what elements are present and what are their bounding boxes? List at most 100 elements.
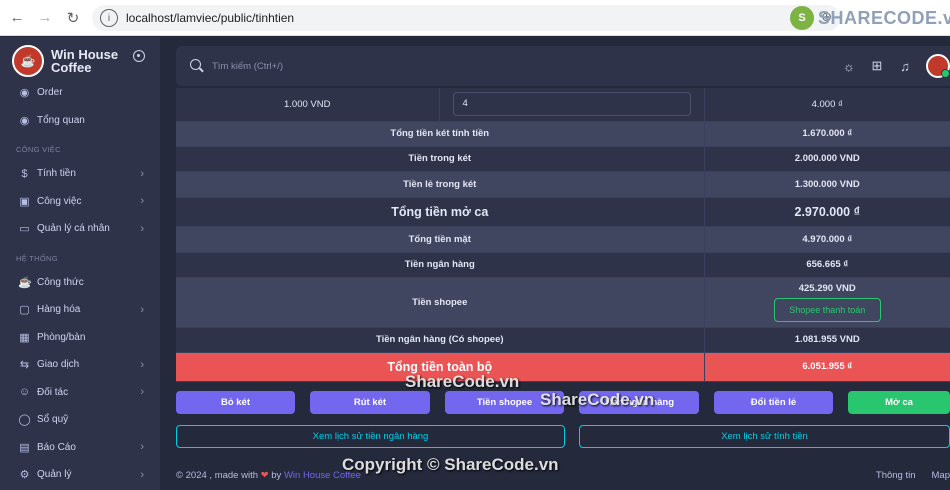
sidebar-item-giao-dich[interactable]: ⇆ Giao dịch › <box>0 351 160 379</box>
table-row: Tổng tiền mặt 4.970.000 ₫ <box>176 226 950 253</box>
chevron-right-icon: › <box>140 386 144 399</box>
sidebar-item-bao-cao[interactable]: ▤ Báo Cáo › <box>0 434 160 462</box>
sharecode-logo-text: SHARECODE.vn <box>818 7 950 28</box>
avatar[interactable] <box>926 54 950 78</box>
briefcase-icon: ▣ <box>19 195 30 208</box>
watermark-center: ShareCode.vn <box>405 372 520 391</box>
sidebar-item-so-quy[interactable]: ◯ Sổ quỹ <box>0 406 160 434</box>
sidebar-item-label: Quản lý cá nhân <box>37 223 110 235</box>
table-cell: 1.000 VND <box>176 88 439 122</box>
sidebar-item-label: Giao dịch <box>37 359 80 371</box>
calc-history-button[interactable]: Xem lịch sử tính tiền <box>579 425 950 448</box>
sidebar-item-order[interactable]: ◉ Order <box>0 79 160 107</box>
gear-icon: ⚙ <box>19 469 30 482</box>
quantity-input[interactable]: 4 <box>452 92 691 117</box>
row-value: 2.970.000 ₫ <box>703 197 950 227</box>
topbar-actions: ☼ ⊞ ♫ <box>842 54 950 78</box>
sidebar-menu: ◉ Order ◉ Tổng quan CÔNG VIỆC $ Tính tiề… <box>0 79 160 489</box>
row-label: Tiền lẻ trong két <box>176 171 704 198</box>
row-label: Tổng tiền mặt <box>176 226 704 253</box>
footer: © 2024 , made with ❤ by Win House Coffee… <box>176 470 950 481</box>
chevron-right-icon: › <box>140 195 144 208</box>
search-input[interactable] <box>212 60 512 72</box>
row-value: 656.665 ₫ <box>703 252 950 278</box>
search-icon[interactable] <box>190 59 204 73</box>
sidebar-item-tinh-tien[interactable]: $ Tính tiền › <box>0 160 160 188</box>
sidebar-item-label: Quản lý <box>37 469 72 481</box>
sidebar: ☕ Win House Coffee ◉ Order ◉ Tổng quan C… <box>0 37 160 490</box>
exchange-icon: ⇆ <box>19 359 30 372</box>
table-row: Tiền ngân hàng (Có shopee) 1.081.955 VND <box>176 327 950 353</box>
footer-link-map[interactable]: Map <box>932 470 950 481</box>
chevron-right-icon: › <box>140 222 144 235</box>
box-icon: ▢ <box>19 304 30 317</box>
row-label: Tổng tiền mở ca <box>176 197 704 227</box>
row-label: Tiền shopee <box>176 277 704 328</box>
row-label: Tiền ngân hàng (Có shopee) <box>176 327 704 353</box>
chevron-right-icon: › <box>140 441 144 454</box>
sidebar-item-label: Tổng quan <box>37 114 85 126</box>
row-value: 1.081.955 VND <box>703 327 950 353</box>
sun-icon[interactable]: ☼ <box>842 59 856 74</box>
cash-summary-table: 1.000 VND 4 4.000 ₫ Tổng tiền két tính t… <box>176 88 950 382</box>
sidebar-item-label: Công việc <box>37 195 82 207</box>
row-value: 425.290 VND <box>798 282 856 294</box>
sidebar-item-overview[interactable]: ◉ Tổng quan <box>0 107 160 135</box>
back-icon[interactable]: ← <box>6 7 28 29</box>
table-row: Tiền lẻ trong két 1.300.000 VND <box>176 171 950 198</box>
site-info-icon[interactable]: i <box>100 9 118 27</box>
eye-icon: ◉ <box>19 87 30 100</box>
top-navbar: ☼ ⊞ ♫ <box>176 46 950 86</box>
sidebar-toggle-icon[interactable] <box>133 50 145 62</box>
sidebar-item-label: Công thức <box>37 276 84 288</box>
footer-link-info[interactable]: Thông tin <box>876 470 916 481</box>
row-label: Tiền ngân hàng <box>176 252 704 278</box>
sidebar-item-label: Phòng/bàn <box>37 331 86 343</box>
row-value-with-button: 425.290 VND Shopee thanh toán <box>703 277 950 328</box>
table-row: Tiền trong két 2.000.000 VND <box>176 146 950 172</box>
row-value: 1.300.000 VND <box>703 171 950 198</box>
money-icon: $ <box>21 167 28 180</box>
sidebar-item-phong-ban[interactable]: ▦ Phòng/bàn <box>0 324 160 352</box>
sidebar-item-hang-hoa[interactable]: ▢ Hàng hóa › <box>0 296 160 324</box>
url-text: localhost/lamviec/public/tinhtien <box>126 11 295 25</box>
footer-by: by <box>271 470 282 481</box>
sidebar-item-cong-thuc[interactable]: ☕ Công thức <box>0 269 160 297</box>
coffee-logo-icon: ☕ <box>12 44 44 77</box>
forward-icon[interactable]: → <box>34 7 56 29</box>
sidebar-item-quan-ly-ca-nhan[interactable]: ▭ Quản lý cá nhân › <box>0 215 160 243</box>
shopee-pay-button[interactable]: Shopee thanh toán <box>773 297 881 322</box>
chevron-right-icon: › <box>140 303 144 316</box>
row-value: 4.970.000 ₫ <box>703 226 950 253</box>
address-bar[interactable]: i localhost/lamviec/public/tinhtien ⊕ <box>92 5 840 31</box>
sidebar-item-cong-viec[interactable]: ▣ Công việc › <box>0 188 160 216</box>
shortcuts-icon[interactable]: ⊞ <box>870 58 884 74</box>
monitor-icon: ▭ <box>19 223 30 236</box>
sidebar-item-doi-tac[interactable]: ☺ Đối tác › <box>0 379 160 407</box>
footer-links: Thông tin Map <box>876 470 950 481</box>
row-value: 1.670.000 ₫ <box>703 121 950 147</box>
report-icon: ▤ <box>19 441 30 454</box>
rut-ket-button[interactable]: Rút két <box>310 391 430 414</box>
bank-history-button[interactable]: Xem lịch sử tiền ngân hàng <box>176 425 565 448</box>
sidebar-item-label: Sổ quỹ <box>37 414 69 426</box>
sidebar-item-label: Hàng hóa <box>37 304 81 316</box>
mo-ca-button[interactable]: Mở ca <box>848 391 950 414</box>
table-row: Tiền shopee 425.290 VND Shopee thanh toá… <box>176 277 950 328</box>
reload-icon[interactable]: ↻ <box>62 7 84 29</box>
brand-name: Win House Coffee <box>51 46 119 75</box>
bell-icon[interactable]: ♫ <box>898 59 912 74</box>
doi-tien-le-button[interactable]: Đổi tiền lẻ <box>714 391 833 414</box>
sidebar-item-label: Tính tiền <box>37 168 76 180</box>
sidebar-item-quan-ly[interactable]: ⚙ Quản lý › <box>0 461 160 489</box>
watermark-bottom: Copyright © ShareCode.vn <box>342 455 559 474</box>
cup-icon: ☕ <box>18 276 32 289</box>
section-header-system: HỆ THỐNG <box>16 253 58 263</box>
table-cell: 4.000 ₫ <box>703 88 950 122</box>
chevron-right-icon: › <box>140 358 144 371</box>
section-header-work: CÔNG VIỆC <box>16 145 61 154</box>
coin-icon: ◯ <box>18 414 31 427</box>
watermark-center-2: ShareCode.vn <box>540 390 655 409</box>
row-label: Tiền trong két <box>176 146 704 172</box>
bo-ket-button[interactable]: Bỏ két <box>176 391 295 414</box>
